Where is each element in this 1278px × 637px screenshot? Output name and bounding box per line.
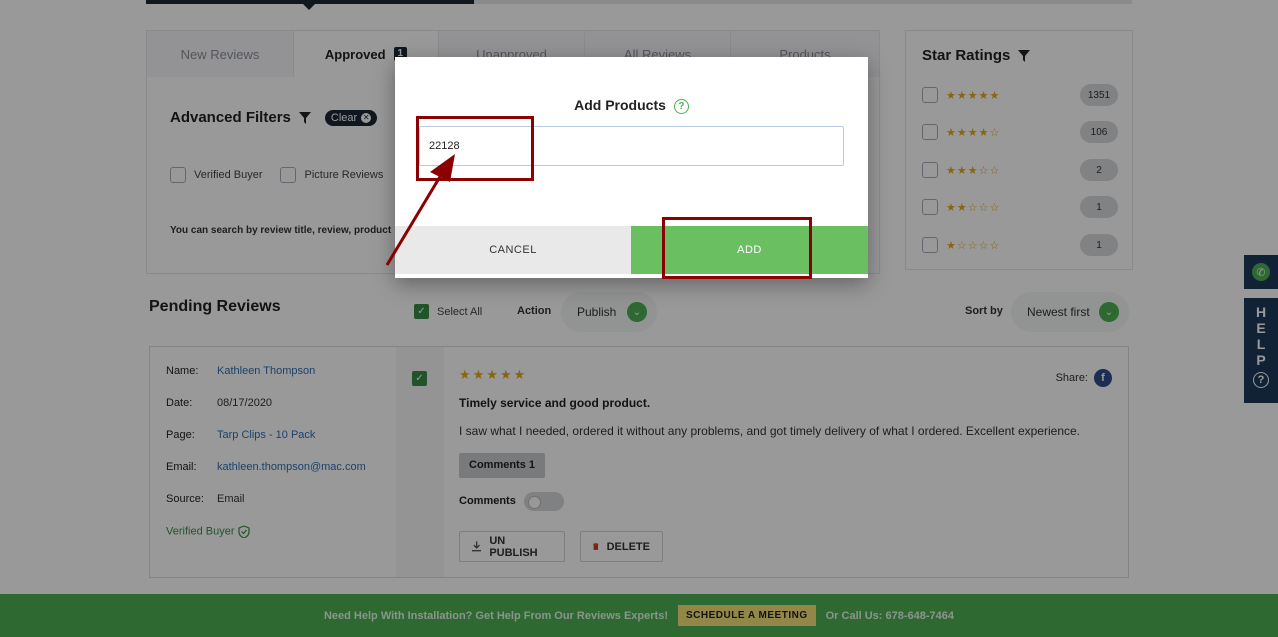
annotation-add-highlight [662, 217, 812, 279]
modal-title: Add Products [574, 97, 666, 113]
annotation-arrow-icon [385, 154, 455, 266]
modal-header: Add Products? [395, 97, 868, 114]
help-circle-icon[interactable]: ? [673, 98, 689, 114]
